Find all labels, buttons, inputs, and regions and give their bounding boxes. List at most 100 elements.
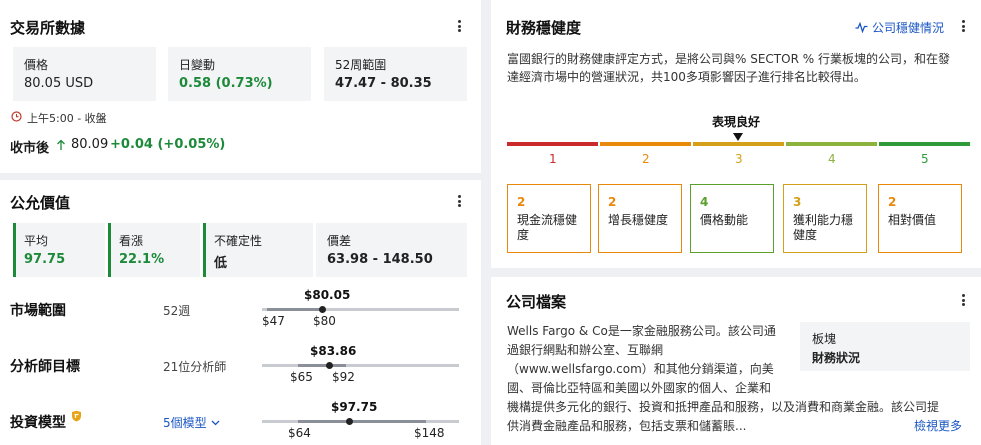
factor-price-momentum[interactable]: 4 價格動能 [690, 184, 774, 253]
factor-profitability[interactable]: 3 獲利能力穩健度 [783, 184, 867, 253]
fair-value-title: 公允價值 [10, 194, 71, 212]
company-health-link[interactable]: 公司穩健情況 [855, 19, 944, 36]
factor-relative-value-score: 2 [888, 195, 897, 209]
health-scale-num-2: 2 [642, 152, 650, 166]
average-value: 97.75 [24, 252, 66, 267]
health-scale-num-4: 4 [828, 152, 836, 166]
profile-line-4: 國、哥倫比亞特區和美國以外國家的個人、企業和 [507, 381, 772, 395]
arrow-up-icon [57, 139, 65, 150]
range52-label: 52周範圍 [335, 58, 387, 72]
factor-growth[interactable]: 2 增長穩健度 [598, 184, 682, 253]
factor-price-momentum-label: 價格動能 [700, 213, 749, 227]
health-description-line-1: 富國銀行的財務健康評定方式，是將公司與% SECTOR % 行業板塊的公司，和在… [507, 52, 950, 66]
day-change-tile: 日變動 0.58 (0.73%) [168, 47, 311, 101]
investment-model-current: $97.75 [331, 400, 378, 414]
health-scale-num-1: 1 [549, 152, 557, 166]
investment-model-label: 投資模型 [10, 415, 66, 431]
after-hours-label: 收市後 [10, 141, 50, 156]
premium-crown-icon [72, 410, 81, 422]
market-range-low: $47 [262, 314, 285, 328]
health-scale-num-3: 3 [735, 152, 743, 166]
analyst-target-low: $65 [290, 370, 313, 384]
market-range-marker [319, 306, 326, 313]
factor-profitability-label: 獲利能力穩健度 [793, 213, 854, 242]
analyst-target-track [262, 364, 459, 367]
analyst-target-fill [298, 364, 346, 367]
price-value: 80.05 USD [24, 76, 94, 91]
analyst-target-label: 分析師目標 [10, 359, 80, 375]
health-scale-seg-1 [507, 142, 598, 146]
average-tile: 平均 97.75 [13, 223, 105, 277]
profile-line-5: 機構提供多元化的銀行、投資和抵押產品和服務，以及消費和商業金融。該公司提 [507, 400, 940, 414]
health-description-line-2: 達經濟市場中的營運狀況，共100多項影響因子進行排名比較得出。 [507, 70, 866, 84]
investment-model-high: $148 [414, 426, 445, 440]
pulse-icon [855, 22, 868, 33]
analyst-target-current: $83.86 [310, 344, 357, 358]
health-scale-num-5: 5 [921, 152, 929, 166]
rating-pointer-icon [733, 133, 743, 141]
market-range-fill [267, 308, 322, 311]
exchange-more-menu-icon[interactable] [454, 17, 464, 35]
financial-health-card: 財務穩健度 公司穩健情況 富國銀行的財務健康評定方式，是將公司與% SECTOR… [491, 0, 981, 268]
rating-label: 表現良好 [712, 115, 761, 129]
health-scale-seg-4 [786, 142, 877, 146]
range52-value: 47.47 - 80.35 [335, 76, 432, 91]
analyst-target-high: $92 [332, 370, 355, 384]
price-label: 價格 [24, 58, 49, 72]
average-accent-bar [13, 223, 16, 277]
company-health-link-label: 公司穩健情況 [872, 21, 945, 35]
factor-relative-value-label: 相對價值 [888, 213, 937, 227]
models-dropdown-label: 5個模型 [163, 416, 207, 430]
factor-cash-flow-score: 2 [517, 195, 526, 209]
factor-cash-flow[interactable]: 2 現金流穩健度 [507, 184, 591, 253]
fair-value-card: 公允價值 平均 97.75 看漲 22.1% 不確定性 低 價差 63.98 -… [0, 180, 481, 445]
financial-health-title: 財務穩健度 [506, 19, 582, 37]
after-hours-price: 80.09 [71, 137, 109, 152]
view-more-link[interactable]: 檢視更多 [914, 417, 962, 434]
market-range-period: 52週 [163, 304, 191, 318]
company-profile-card: 公司檔案 Wells Fargo & Co是一家金融服務公司。該公司通 過銀行網… [491, 277, 981, 445]
uncertainty-accent-bar [203, 223, 206, 277]
fair-value-more-menu-icon[interactable] [454, 192, 464, 210]
spread-value: 63.98 - 148.50 [327, 252, 433, 267]
after-hours-change: +0.04 (+0.05%) [110, 137, 226, 152]
analyst-count: 21位分析師 [163, 360, 227, 374]
upside-tile: 看漲 22.1% [108, 223, 200, 277]
sector-label: 板塊 [812, 332, 837, 346]
models-dropdown[interactable]: 5個模型 [163, 414, 220, 431]
company-profile-title: 公司檔案 [506, 293, 567, 311]
market-status-text: 上午5:00 - 收盤 [27, 112, 107, 125]
factor-growth-label: 增長穩健度 [608, 213, 669, 227]
uncertainty-label: 不確定性 [214, 234, 263, 248]
factor-relative-value[interactable]: 2 相對價值 [878, 184, 962, 253]
chevron-down-icon [211, 420, 220, 425]
investment-model-marker [346, 418, 353, 425]
average-label: 平均 [24, 234, 49, 248]
spread-tile: 價差 63.98 - 148.50 [316, 223, 467, 277]
health-scale-seg-2 [600, 142, 691, 146]
uncertainty-tile: 不確定性 低 [203, 223, 313, 277]
factor-cash-flow-label: 現金流穩健度 [517, 213, 578, 242]
factor-price-momentum-score: 4 [700, 195, 709, 209]
health-more-menu-icon[interactable] [958, 17, 968, 35]
profile-more-menu-icon[interactable] [958, 291, 968, 309]
profile-line-1: Wells Fargo & Co是一家金融服務公司。該公司通 [507, 324, 776, 338]
uncertainty-value: 低 [214, 256, 228, 271]
upside-accent-bar [108, 223, 111, 277]
profile-line-3: （www.wellsfargo.com）和其他分銷渠道，向美 [507, 362, 774, 376]
exchange-data-title: 交易所數據 [10, 19, 86, 37]
exchange-data-card: 交易所數據 價格 80.05 USD 日變動 0.58 (0.73%) 52周範… [0, 0, 481, 173]
market-range-high: $80 [313, 314, 336, 328]
health-scale-seg-3 [693, 142, 784, 146]
profile-line-6: 供消費金融產品和服務，包括支票和儲蓄賬... [507, 419, 747, 433]
profile-line-2: 過銀行網點和辦公室、互聯網 [507, 343, 664, 357]
upside-label: 看漲 [119, 234, 144, 248]
upside-value: 22.1% [119, 252, 165, 267]
factor-growth-score: 2 [608, 195, 617, 209]
analyst-target-marker [326, 362, 333, 369]
spread-label: 價差 [327, 234, 352, 248]
investment-model-fill [298, 420, 426, 423]
health-scale-seg-5 [879, 142, 970, 146]
sector-tile: 板塊 財務狀況 [800, 322, 970, 371]
sector-value: 財務狀況 [812, 351, 861, 365]
